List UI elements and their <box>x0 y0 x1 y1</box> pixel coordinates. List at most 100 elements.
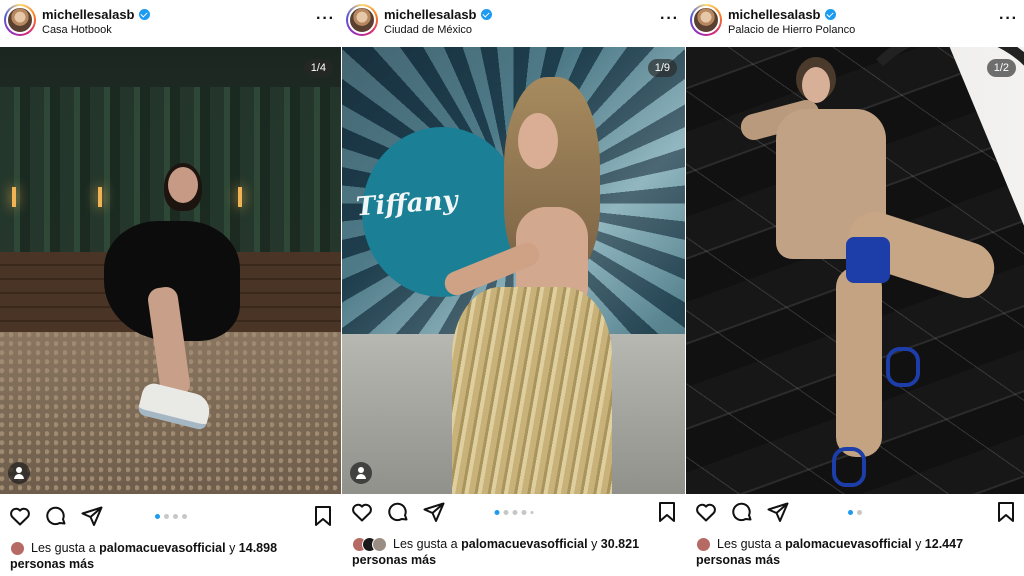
username[interactable]: michellesalasb <box>728 7 836 22</box>
model-figure <box>100 163 250 437</box>
verified-badge-icon <box>480 9 492 20</box>
face <box>802 67 830 103</box>
blue-heel <box>832 447 866 487</box>
avatar-image <box>692 6 720 34</box>
post-photo[interactable]: Tiffany 1/9 <box>342 47 685 494</box>
model-figure <box>736 57 1001 487</box>
liker-avatars <box>10 541 25 557</box>
heart-icon[interactable] <box>8 504 32 528</box>
post-actions <box>0 500 341 532</box>
likes-suffix[interactable]: personas más <box>10 557 94 571</box>
carousel-dot <box>848 510 853 515</box>
likes-prefix: Les gusta a <box>717 537 782 551</box>
likes-count[interactable]: 30.821 <box>601 537 639 551</box>
avatar <box>10 541 25 557</box>
blue-handbag <box>846 237 890 283</box>
model-figure <box>422 77 612 494</box>
carousel-dot <box>181 514 187 519</box>
likes-prefix: Les gusta a <box>31 541 96 555</box>
carousel-dot <box>521 510 526 515</box>
post-card: michellesalasb Ciudad de México ··· Tiff… <box>342 0 685 576</box>
light <box>12 187 16 207</box>
carousel-dots <box>848 510 862 515</box>
verified-badge-icon <box>824 9 836 20</box>
more-options-icon[interactable]: ··· <box>999 10 1018 28</box>
carousel-counter: 1/2 <box>986 59 1016 77</box>
comment-icon[interactable] <box>730 500 754 524</box>
likes-summary: Les gusta a palomacuevasofficial y 14.89… <box>10 540 333 572</box>
carousel-dot <box>530 511 533 514</box>
likes-count[interactable]: 14.898 <box>239 541 277 555</box>
instagram-posts-collage: michellesalasb Casa Hotbook ··· 1/4 Les … <box>0 0 1024 576</box>
share-icon[interactable] <box>422 500 446 524</box>
post-photo[interactable]: 1/4 <box>0 47 341 494</box>
post-card: michellesalasb Palacio de Hierro Polanco… <box>686 0 1024 576</box>
likes-and: y <box>915 537 922 551</box>
username-text: michellesalasb <box>728 7 821 22</box>
likes-and: y <box>591 537 598 551</box>
likes-summary: Les gusta a palomacuevasofficial y 12.44… <box>696 536 1016 568</box>
share-icon[interactable] <box>766 500 790 524</box>
likes-and: y <box>229 541 236 555</box>
share-icon[interactable] <box>80 504 104 528</box>
head <box>168 167 198 203</box>
liker-username[interactable]: palomacuevasofficial <box>785 537 911 551</box>
blue-heel <box>886 347 920 387</box>
likes-summary: Les gusta a palomacuevasofficial y 30.82… <box>352 536 677 568</box>
bookmark-icon[interactable] <box>994 500 1018 524</box>
comment-icon[interactable] <box>44 504 68 528</box>
carousel-counter: 1/4 <box>303 59 333 77</box>
leg <box>836 267 882 457</box>
post-photo[interactable]: 1/2 <box>686 47 1024 494</box>
carousel-dots <box>154 514 187 519</box>
post-header: michellesalasb Ciudad de México ··· <box>342 0 685 46</box>
liker-username[interactable]: palomacuevasofficial <box>461 537 587 551</box>
avatar[interactable] <box>346 4 378 36</box>
carousel-dot <box>154 514 160 519</box>
likes-suffix[interactable]: personas más <box>352 553 436 567</box>
carousel-dot <box>163 514 169 519</box>
bookmark-icon[interactable] <box>311 504 335 528</box>
carousel-dot <box>172 514 178 519</box>
liker-avatars <box>352 537 387 553</box>
liker-avatars <box>696 537 711 553</box>
likes-suffix[interactable]: personas más <box>696 553 780 567</box>
avatar <box>696 537 711 553</box>
post-card: michellesalasb Casa Hotbook ··· 1/4 Les … <box>0 0 341 576</box>
heart-icon[interactable] <box>350 500 374 524</box>
avatar[interactable] <box>4 4 36 36</box>
post-location[interactable]: Palacio de Hierro Polanco <box>728 24 855 36</box>
avatar-image <box>6 6 34 34</box>
user-tag-icon[interactable] <box>350 462 372 484</box>
username-text: michellesalasb <box>384 7 477 22</box>
bookmark-icon[interactable] <box>655 500 679 524</box>
avatar[interactable] <box>690 4 722 36</box>
more-options-icon[interactable]: ··· <box>316 10 335 28</box>
user-tag-icon[interactable] <box>8 462 30 484</box>
username[interactable]: michellesalasb <box>384 7 492 22</box>
post-location[interactable]: Ciudad de México <box>384 24 472 36</box>
post-header: michellesalasb Casa Hotbook ··· <box>0 0 341 46</box>
comment-icon[interactable] <box>386 500 410 524</box>
carousel-dot <box>494 510 499 515</box>
post-actions <box>342 500 685 532</box>
face <box>518 113 558 169</box>
gold-gown <box>452 287 612 494</box>
carousel-counter: 1/9 <box>647 59 677 77</box>
carousel-dot <box>857 510 862 515</box>
carousel-dot <box>503 510 508 515</box>
carousel-dots <box>494 510 533 515</box>
post-actions <box>686 500 1024 532</box>
username[interactable]: michellesalasb <box>42 7 150 22</box>
avatar <box>372 537 387 553</box>
post-location[interactable]: Casa Hotbook <box>42 24 112 36</box>
likes-count[interactable]: 12.447 <box>925 537 963 551</box>
post-header: michellesalasb Palacio de Hierro Polanco… <box>686 0 1024 46</box>
more-options-icon[interactable]: ··· <box>660 10 679 28</box>
sneaker <box>136 381 214 431</box>
heart-icon[interactable] <box>694 500 718 524</box>
carousel-dot <box>512 510 517 515</box>
avatar-image <box>348 6 376 34</box>
liker-username[interactable]: palomacuevasofficial <box>99 541 225 555</box>
username-text: michellesalasb <box>42 7 135 22</box>
